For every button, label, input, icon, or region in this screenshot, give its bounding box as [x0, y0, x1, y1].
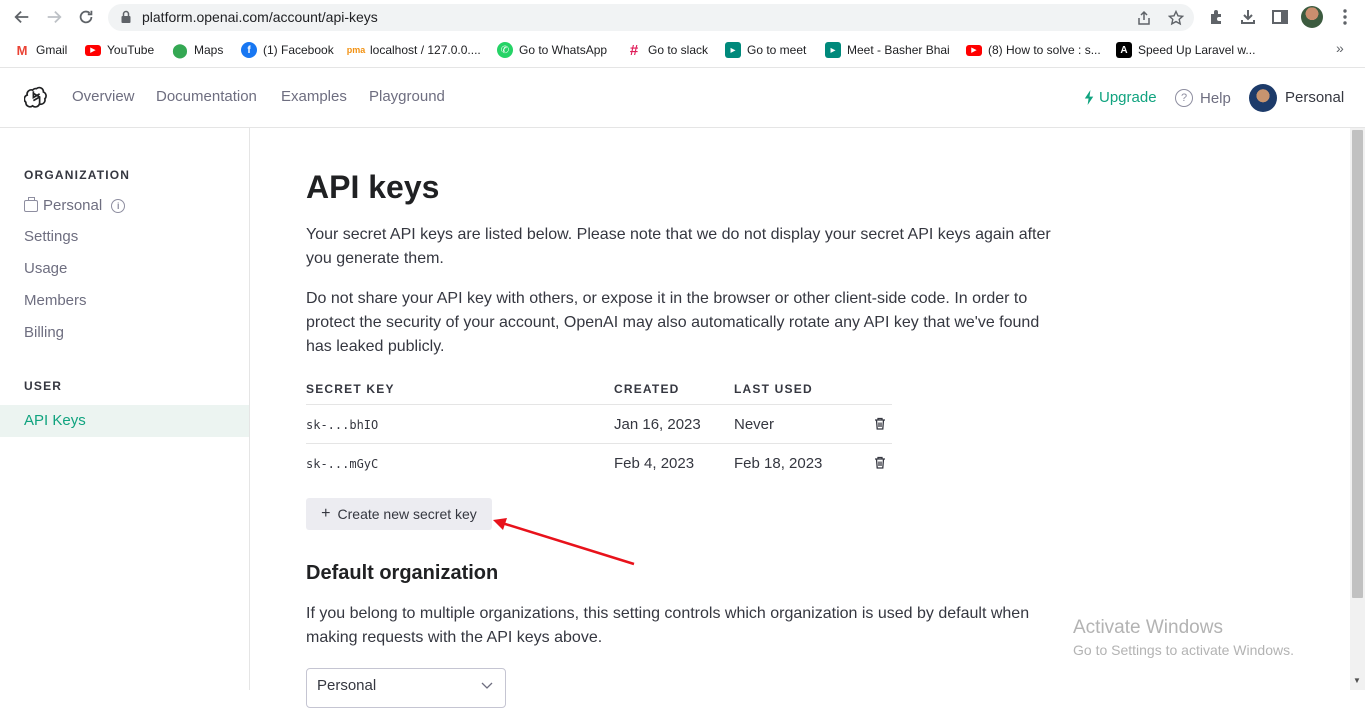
slack-icon: # — [626, 42, 642, 59]
scroll-down-icon[interactable]: ▼ — [1353, 676, 1361, 685]
sidebar-item-members[interactable]: Members — [24, 292, 87, 309]
meet-icon: ▸ — [825, 42, 841, 58]
laravel-icon: A — [1116, 42, 1132, 58]
annotation-arrow-icon — [493, 518, 635, 566]
youtube-icon: ▶ — [85, 44, 101, 56]
last-used-cell: Never — [734, 416, 775, 433]
sidebar-item-billing[interactable]: Billing — [24, 324, 64, 341]
created-cell: Jan 16, 2023 — [614, 416, 701, 433]
user-menu[interactable]: Personal — [1285, 89, 1344, 106]
nav-overview[interactable]: Overview — [72, 88, 135, 105]
bookmark-localhost[interactable]: pma localhost / 127.0.0.... — [347, 41, 481, 59]
organization-heading: ORGANIZATION — [24, 168, 131, 182]
sidebar-item-usage[interactable]: Usage — [24, 260, 67, 277]
youtube-icon: ▶ — [966, 44, 982, 56]
trash-icon[interactable] — [874, 456, 886, 469]
create-secret-key-button[interactable]: + Create new secret key — [306, 498, 492, 530]
browser-menu-icon[interactable] — [1336, 8, 1354, 26]
browser-profile-avatar[interactable] — [1301, 6, 1323, 28]
url-text: platform.openai.com/account/api-keys — [142, 9, 378, 25]
nav-documentation[interactable]: Documentation — [156, 88, 257, 105]
bookmark-laravel[interactable]: A Speed Up Laravel w... — [1116, 41, 1255, 59]
page-scrollbar[interactable]: ▲ ▼ — [1350, 128, 1365, 690]
download-icon[interactable] — [1239, 8, 1257, 26]
column-header-secret-key: SECRET KEY — [306, 382, 395, 396]
bookmark-maps[interactable]: ⬤ Maps — [172, 41, 223, 59]
forward-icon[interactable] — [43, 6, 65, 28]
default-organization-select[interactable]: Personal — [306, 668, 506, 708]
bookmarks-overflow-icon[interactable]: » — [1336, 40, 1344, 56]
app-header: Overview Documentation Examples Playgrou… — [0, 67, 1365, 128]
bookmark-gmail[interactable]: M Gmail — [14, 41, 67, 59]
secret-key-cell: sk-...mGyC — [306, 457, 379, 471]
sidebar-item-settings[interactable]: Settings — [24, 228, 78, 245]
bookmark-whatsapp[interactable]: ✆ Go to WhatsApp — [497, 41, 607, 59]
phpmyadmin-icon: pma — [347, 42, 365, 58]
reload-icon[interactable] — [75, 6, 97, 28]
help-icon: ? — [1175, 89, 1193, 107]
help-link[interactable]: ? Help — [1175, 89, 1231, 107]
address-bar[interactable]: platform.openai.com/account/api-keys — [108, 4, 1194, 31]
back-icon[interactable] — [11, 6, 33, 28]
table-row: sk-...bhIO Jan 16, 2023 Never — [306, 404, 892, 443]
chevron-down-icon — [481, 682, 493, 689]
plus-icon: + — [321, 505, 331, 522]
default-organization-title: Default organization — [306, 562, 499, 584]
whatsapp-icon: ✆ — [497, 42, 513, 58]
sidebar-item-api-keys[interactable]: API Keys — [0, 405, 249, 437]
browser-toolbar: platform.openai.com/account/api-keys — [0, 0, 1365, 35]
upgrade-link[interactable]: Upgrade — [1083, 89, 1157, 106]
intro-paragraph: Your secret API keys are listed below. P… — [306, 226, 1051, 267]
last-used-cell: Feb 18, 2023 — [734, 455, 823, 472]
user-heading: USER — [24, 379, 63, 393]
side-panel-icon[interactable] — [1271, 8, 1289, 26]
security-paragraph: Do not share your API key with others, o… — [306, 290, 1040, 355]
lightning-icon — [1084, 90, 1094, 105]
page-title: API keys — [306, 169, 440, 205]
share-icon[interactable] — [1136, 10, 1152, 26]
created-cell: Feb 4, 2023 — [614, 455, 695, 472]
sidebar: ORGANIZATION Personal i Settings Usage M… — [0, 128, 250, 690]
briefcase-icon — [24, 196, 38, 212]
nav-playground[interactable]: Playground — [369, 88, 445, 105]
activate-windows-subtitle: Go to Settings to activate Windows. — [1073, 642, 1294, 658]
lock-icon — [121, 10, 131, 23]
bookmark-youtube-howto[interactable]: ▶ (8) How to solve : s... — [966, 41, 1101, 59]
bookmark-meet-basher[interactable]: ▸ Meet - Basher Bhai — [825, 41, 950, 59]
nav-examples[interactable]: Examples — [281, 88, 347, 105]
organization-selector[interactable]: Personal i — [24, 196, 126, 214]
meet-icon: ▸ — [725, 42, 741, 58]
trash-icon[interactable] — [874, 417, 886, 430]
bookmark-slack[interactable]: # Go to slack — [626, 41, 708, 59]
secret-key-cell: sk-...bhIO — [306, 418, 379, 432]
table-row: sk-...mGyC Feb 4, 2023 Feb 18, 2023 — [306, 443, 892, 482]
extensions-icon[interactable] — [1207, 8, 1225, 26]
bookmark-youtube[interactable]: ▶ YouTube — [85, 41, 154, 59]
bookmark-facebook[interactable]: f (1) Facebook — [241, 41, 334, 59]
activate-windows-title: Activate Windows — [1073, 617, 1223, 638]
facebook-icon: f — [241, 42, 257, 58]
star-icon[interactable] — [1168, 10, 1184, 26]
column-header-created: CREATED — [614, 382, 680, 396]
default-organization-description: If you belong to multiple organizations,… — [306, 605, 1030, 646]
user-avatar[interactable] — [1249, 84, 1277, 112]
maps-icon: ⬤ — [172, 41, 188, 58]
gmail-icon: M — [14, 42, 30, 58]
bookmarks-bar: M Gmail ▶ YouTube ⬤ Maps f (1) Facebook pma l… — [0, 35, 1365, 65]
scrollbar-thumb[interactable] — [1352, 130, 1363, 598]
openai-logo-icon[interactable] — [24, 85, 49, 110]
bookmark-meet[interactable]: ▸ Go to meet — [725, 41, 806, 59]
column-header-last-used: LAST USED — [734, 382, 813, 396]
info-icon[interactable]: i — [111, 198, 126, 213]
